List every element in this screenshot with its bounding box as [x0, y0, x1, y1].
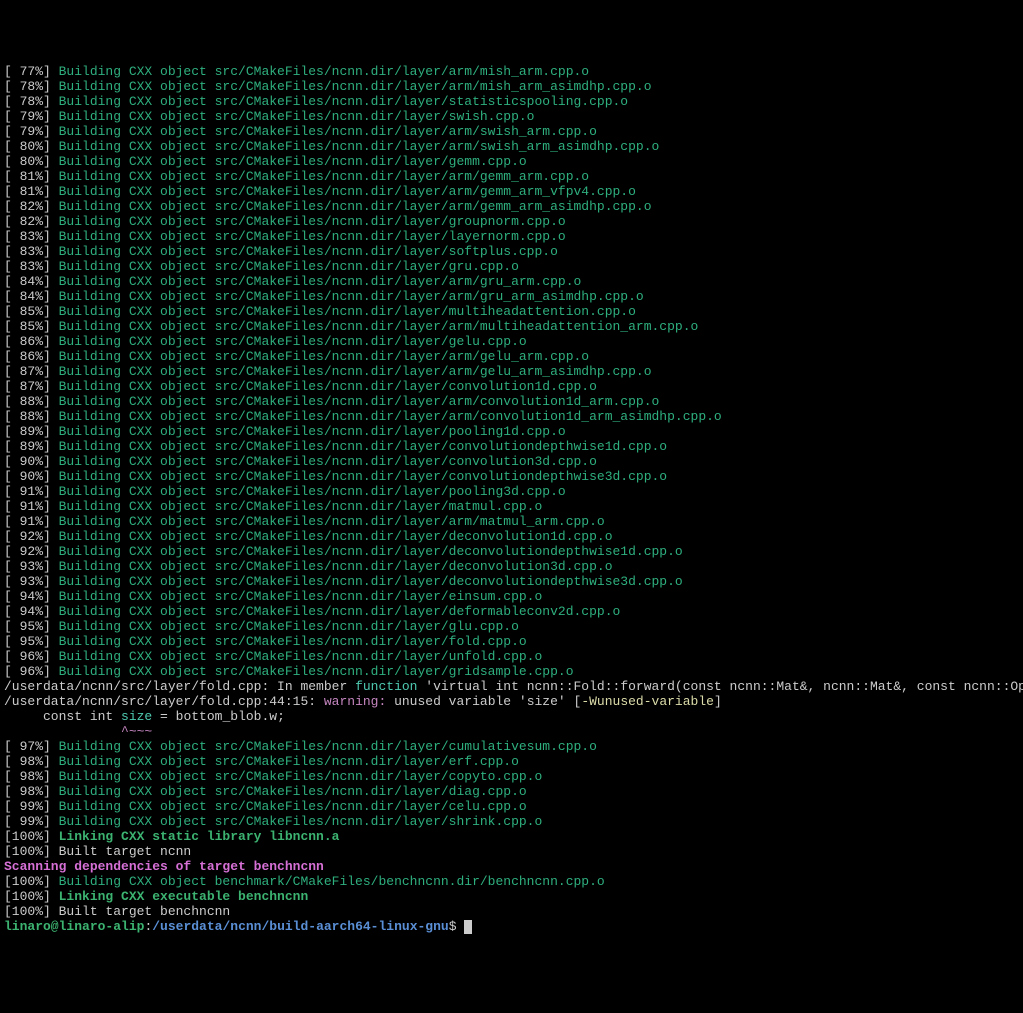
build-line: [ 83%] Building CXX object src/CMakeFile… — [4, 244, 1019, 259]
build-line: [ 91%] Building CXX object src/CMakeFile… — [4, 514, 1019, 529]
build-line: [ 91%] Building CXX object src/CMakeFile… — [4, 484, 1019, 499]
build-line: [ 94%] Building CXX object src/CMakeFile… — [4, 604, 1019, 619]
build-line: [ 79%] Building CXX object src/CMakeFile… — [4, 124, 1019, 139]
build-line: [ 83%] Building CXX object src/CMakeFile… — [4, 229, 1019, 244]
shell-prompt[interactable]: linaro@linaro-alip:/userdata/ncnn/build-… — [4, 919, 1019, 934]
build-line: [ 84%] Building CXX object src/CMakeFile… — [4, 289, 1019, 304]
build-line: [ 98%] Building CXX object src/CMakeFile… — [4, 769, 1019, 784]
build-line: [ 92%] Building CXX object src/CMakeFile… — [4, 544, 1019, 559]
build-line: [ 86%] Building CXX object src/CMakeFile… — [4, 334, 1019, 349]
built-target: [100%] Built target ncnn — [4, 844, 1019, 859]
build-line: [ 79%] Building CXX object src/CMakeFile… — [4, 109, 1019, 124]
build-line: [ 77%] Building CXX object src/CMakeFile… — [4, 64, 1019, 79]
build-line: [ 89%] Building CXX object src/CMakeFile… — [4, 424, 1019, 439]
compiler-message: /userdata/ncnn/src/layer/fold.cpp: In me… — [4, 679, 1019, 694]
build-line: [ 93%] Building CXX object src/CMakeFile… — [4, 574, 1019, 589]
build-line: [ 90%] Building CXX object src/CMakeFile… — [4, 469, 1019, 484]
build-line: [ 87%] Building CXX object src/CMakeFile… — [4, 379, 1019, 394]
build-line: [ 81%] Building CXX object src/CMakeFile… — [4, 184, 1019, 199]
cursor-icon — [464, 920, 472, 934]
build-line: [ 86%] Building CXX object src/CMakeFile… — [4, 349, 1019, 364]
build-line: [ 81%] Building CXX object src/CMakeFile… — [4, 169, 1019, 184]
build-line: [ 90%] Building CXX object src/CMakeFile… — [4, 454, 1019, 469]
build-line: [ 88%] Building CXX object src/CMakeFile… — [4, 394, 1019, 409]
build-line: [ 93%] Building CXX object src/CMakeFile… — [4, 559, 1019, 574]
build-line: [ 84%] Building CXX object src/CMakeFile… — [4, 274, 1019, 289]
built-target: [100%] Built target benchncnn — [4, 904, 1019, 919]
build-line: [ 98%] Building CXX object src/CMakeFile… — [4, 754, 1019, 769]
build-line: [ 82%] Building CXX object src/CMakeFile… — [4, 199, 1019, 214]
build-line: [ 94%] Building CXX object src/CMakeFile… — [4, 589, 1019, 604]
compiler-warning: /userdata/ncnn/src/layer/fold.cpp:44:15:… — [4, 694, 1019, 709]
build-line: [ 96%] Building CXX object src/CMakeFile… — [4, 649, 1019, 664]
build-line: [ 88%] Building CXX object src/CMakeFile… — [4, 409, 1019, 424]
build-line: [ 80%] Building CXX object src/CMakeFile… — [4, 154, 1019, 169]
build-line: [ 85%] Building CXX object src/CMakeFile… — [4, 304, 1019, 319]
build-line: [ 82%] Building CXX object src/CMakeFile… — [4, 214, 1019, 229]
scanning-line: Scanning dependencies of target benchncn… — [4, 859, 1019, 874]
build-line: [ 80%] Building CXX object src/CMakeFile… — [4, 139, 1019, 154]
build-line: [ 92%] Building CXX object src/CMakeFile… — [4, 529, 1019, 544]
build-line: [ 78%] Building CXX object src/CMakeFile… — [4, 94, 1019, 109]
build-line: [ 95%] Building CXX object src/CMakeFile… — [4, 634, 1019, 649]
build-line: [ 87%] Building CXX object src/CMakeFile… — [4, 364, 1019, 379]
terminal-output[interactable]: [ 77%] Building CXX object src/CMakeFile… — [4, 64, 1019, 934]
build-line: [ 98%] Building CXX object src/CMakeFile… — [4, 784, 1019, 799]
build-line: [ 83%] Building CXX object src/CMakeFile… — [4, 259, 1019, 274]
build-line: [ 89%] Building CXX object src/CMakeFile… — [4, 439, 1019, 454]
build-line: [ 96%] Building CXX object src/CMakeFile… — [4, 664, 1019, 679]
build-line: [ 99%] Building CXX object src/CMakeFile… — [4, 814, 1019, 829]
build-line: [ 78%] Building CXX object src/CMakeFile… — [4, 79, 1019, 94]
build-line: [ 95%] Building CXX object src/CMakeFile… — [4, 619, 1019, 634]
build-line: [ 85%] Building CXX object src/CMakeFile… — [4, 319, 1019, 334]
compiler-code-context: const int size = bottom_blob.w; — [4, 709, 1019, 724]
link-line: [100%] Linking CXX static library libncn… — [4, 829, 1019, 844]
link-line: [100%] Linking CXX executable benchncnn — [4, 889, 1019, 904]
build-line: [ 99%] Building CXX object src/CMakeFile… — [4, 799, 1019, 814]
build-line: [ 97%] Building CXX object src/CMakeFile… — [4, 739, 1019, 754]
build-line: [ 91%] Building CXX object src/CMakeFile… — [4, 499, 1019, 514]
compiler-caret: ^~~~ — [4, 724, 1019, 739]
build-line: [100%] Building CXX object benchmark/CMa… — [4, 874, 1019, 889]
